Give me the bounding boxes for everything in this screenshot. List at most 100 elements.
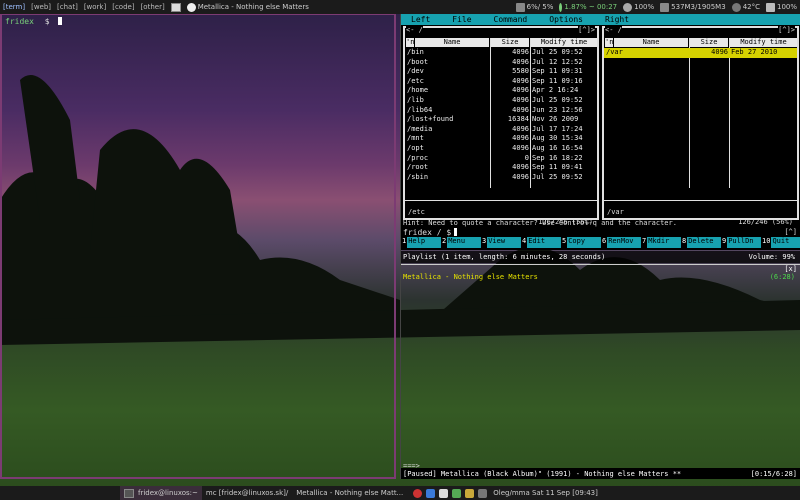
file-size: 4096: [512, 163, 529, 172]
col-name[interactable]: Name: [415, 38, 489, 47]
file-mtime: Sep 11 09:41: [532, 163, 583, 172]
file-row[interactable]: /dev 5580 Sep 11 09:31: [405, 67, 597, 77]
tag-code[interactable]: [code]: [109, 3, 137, 11]
col-mtime[interactable]: Modify time: [730, 38, 797, 47]
clock[interactable]: Oleg/mma Sat 11 Sep [09:43]: [493, 489, 598, 497]
mc-right-panel[interactable]: <- / [^]> 'n Name Size Modify time /var 4…: [602, 26, 799, 226]
task-music[interactable]: Metallica - Nothing else Matt...: [292, 486, 407, 500]
col-sort[interactable]: 'n: [406, 38, 414, 47]
layout-icon[interactable]: [168, 2, 184, 12]
file-name: /etc: [407, 76, 424, 85]
file-row[interactable]: /sbin 4096 Jul 25 09:52: [405, 173, 597, 183]
col-name[interactable]: Name: [614, 38, 688, 47]
col-size[interactable]: Size: [690, 38, 728, 47]
fkey-edit[interactable]: 4 Edit: [521, 237, 561, 248]
ncmpcpp-player[interactable]: Playlist (1 item, length: 6 minutes, 28 …: [401, 251, 800, 479]
file-row[interactable]: /proc 0 Sep 16 18:22: [405, 154, 597, 164]
menu-file[interactable]: File: [442, 15, 483, 24]
fkey-quit[interactable]: 10 Quit: [761, 237, 800, 248]
file-name: /dev: [407, 67, 424, 76]
tag-term[interactable]: [term]: [0, 3, 28, 11]
fkey-menu[interactable]: 2 Menu: [441, 237, 481, 248]
tag-other[interactable]: [other]: [138, 3, 168, 11]
terminal-window-left[interactable]: fridex $: [0, 14, 396, 479]
file-mtime: Apr 2 16:24: [532, 86, 579, 95]
file-row[interactable]: /home 4096 Apr 2 16:24: [405, 86, 597, 96]
left-panel-path[interactable]: <- /: [406, 26, 423, 34]
fkey-pulldn[interactable]: 9 PullDn: [721, 237, 761, 248]
file-row[interactable]: /media 4096 Jul 17 17:24: [405, 125, 597, 135]
file-size: 16384: [507, 115, 529, 124]
volume-icon[interactable]: [465, 488, 475, 498]
mc-command-line[interactable]: fridex / $: [403, 228, 458, 237]
file-mtime: Jul 25 09:52: [532, 172, 583, 181]
col-size[interactable]: Size: [491, 38, 529, 47]
mc-history-button[interactable]: [^]: [784, 228, 797, 236]
right-panel-arrows[interactable]: [^]>: [778, 26, 795, 34]
left-current-file: /etc: [408, 208, 425, 216]
file-name: /bin: [407, 48, 424, 56]
menu-right[interactable]: Right: [595, 15, 641, 24]
net-icon: [559, 2, 563, 12]
bottom-taskbar: fridex@linuxos:~ mc [fridex@linuxos.sk]/…: [0, 486, 800, 500]
tag-work[interactable]: [work]: [81, 3, 109, 11]
col-sort[interactable]: 'n: [605, 38, 613, 47]
fkey-label: Mkdir: [647, 237, 681, 248]
track-length: (6:28): [769, 273, 795, 281]
menu-options[interactable]: Options: [539, 15, 595, 24]
temp-widget: 42°C: [729, 2, 763, 12]
now-playing[interactable]: Metallica - Nothing else Matters: [184, 2, 312, 12]
fkey-label: RenMov: [607, 237, 641, 248]
file-name: /var: [606, 48, 623, 56]
file-mtime: Sep 11 09:31: [532, 67, 583, 76]
fkey-view[interactable]: 3 View: [481, 237, 521, 248]
fkey-renmov[interactable]: 6 RenMov: [601, 237, 641, 248]
file-size: 4096: [512, 86, 529, 95]
file-row[interactable]: /lib 4096 Jul 25 09:52: [405, 96, 597, 106]
playlist-item[interactable]: Metallica - Nothing else Matters: [403, 273, 538, 281]
file-mtime: Jul 25 09:52: [532, 95, 583, 104]
fkey-copy[interactable]: 5 Copy: [561, 237, 601, 248]
mc-menubar: Left File Command Options Right: [401, 14, 800, 25]
file-row[interactable]: /mnt 4096 Aug 30 15:34: [405, 134, 597, 144]
record-icon[interactable]: [413, 488, 423, 498]
net-widget: 1.87% ~ 00:27: [556, 2, 620, 12]
file-row[interactable]: /lib64 4096 Jun 23 12:56: [405, 106, 597, 116]
network-tray-icon[interactable]: [426, 488, 436, 498]
right-panel-path[interactable]: <- /: [605, 26, 622, 34]
tag-web[interactable]: [web]: [28, 3, 54, 11]
mail-icon[interactable]: [439, 488, 449, 498]
fkey-mkdir[interactable]: 7 Mkdir: [641, 237, 681, 248]
file-row[interactable]: /boot 4096 Jul 12 12:52: [405, 58, 597, 68]
midnight-commander[interactable]: Left File Command Options Right <- / [^]…: [401, 14, 800, 250]
task-terminal[interactable]: fridex@linuxos:~: [120, 486, 202, 500]
menu-left[interactable]: Left: [401, 15, 442, 24]
fkey-help[interactable]: 1 Help: [401, 237, 441, 248]
file-row[interactable]: /etc 4096 Sep 11 09:16: [405, 77, 597, 87]
keyboard-icon[interactable]: [478, 488, 488, 498]
file-row[interactable]: /bin 4096 Jul 25 09:52: [405, 48, 597, 58]
close-button[interactable]: [x]: [784, 265, 797, 273]
right-file-list: /var 4096 Feb 27 2010: [604, 48, 797, 58]
update-icon[interactable]: [452, 488, 462, 498]
file-row[interactable]: /lost+found 16384 Nov 26 2009: [405, 115, 597, 125]
mc-left-panel[interactable]: <- / [^]> 'n Name Size Modify time /bin 4…: [403, 26, 599, 226]
file-row[interactable]: /var 4096 Feb 27 2010: [604, 48, 797, 58]
col-mtime[interactable]: Modify time: [531, 38, 597, 47]
fkey-label: PullDn: [727, 237, 761, 248]
file-row[interactable]: /root 4096 Sep 11 09:41: [405, 163, 597, 173]
fkey-label: Help: [407, 237, 441, 248]
task-mc[interactable]: mc [fridex@linuxos.sk]/: [202, 486, 292, 500]
terminal-window-right[interactable]: Left File Command Options Right <- / [^]…: [400, 14, 800, 479]
file-mtime: Sep 16 18:22: [532, 153, 583, 162]
fkey-delete[interactable]: 8 Delete: [681, 237, 721, 248]
menu-command[interactable]: Command: [484, 15, 540, 24]
now-playing-label: Metallica - Nothing else Matters: [197, 3, 309, 11]
left-panel-arrows[interactable]: [^]>: [578, 26, 595, 34]
battery-widget: 100%: [763, 2, 800, 12]
file-mtime: Aug 30 15:34: [532, 134, 583, 143]
tag-chat[interactable]: [chat]: [54, 3, 81, 11]
file-row[interactable]: /opt 4096 Aug 16 16:54: [405, 144, 597, 154]
mc-prompt-text: fridex / $: [403, 228, 452, 237]
battery-icon: [765, 2, 775, 12]
